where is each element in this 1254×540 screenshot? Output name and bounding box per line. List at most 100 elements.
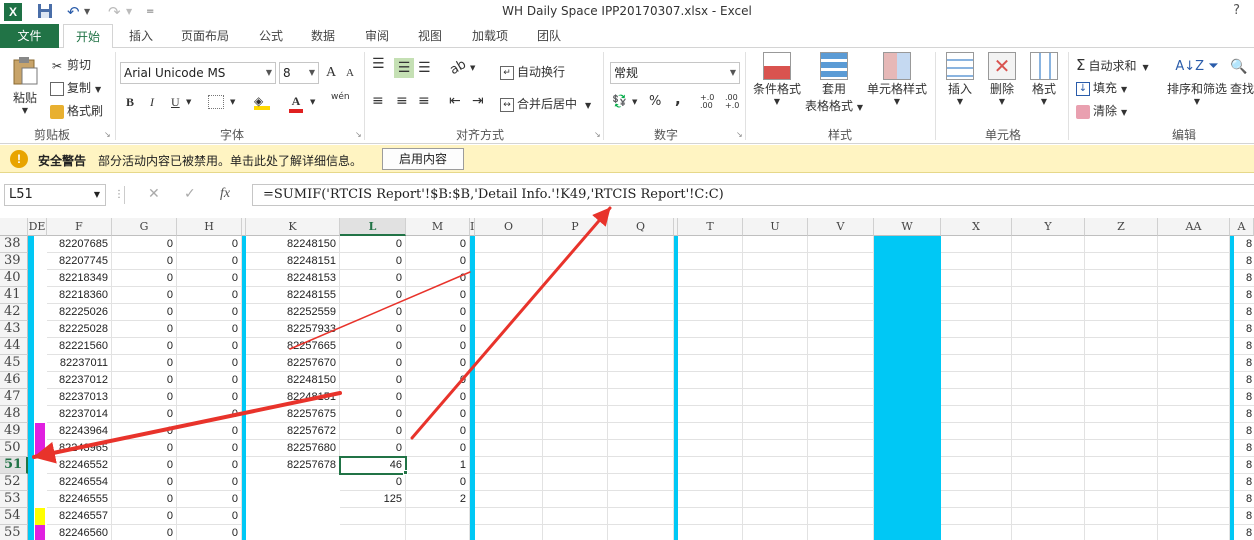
- empty-cell[interactable]: [1012, 423, 1085, 440]
- cell-F[interactable]: 82243964: [47, 423, 112, 440]
- empty-cell[interactable]: [941, 236, 1012, 253]
- cell-H[interactable]: 0: [177, 253, 242, 270]
- cell-K[interactable]: 82248150: [246, 236, 340, 253]
- empty-cell[interactable]: [1085, 338, 1158, 355]
- empty-cell[interactable]: [808, 525, 874, 540]
- column-header[interactable]: W: [874, 218, 941, 236]
- cell-M[interactable]: 0: [406, 321, 470, 338]
- cell-H[interactable]: 0: [177, 338, 242, 355]
- empty-cell[interactable]: [743, 406, 808, 423]
- insert-function-icon[interactable]: fx: [220, 186, 230, 202]
- empty-cell[interactable]: [543, 457, 608, 474]
- cell-H[interactable]: 0: [177, 423, 242, 440]
- active-cell-border[interactable]: [339, 456, 407, 475]
- cell-H[interactable]: 0: [177, 372, 242, 389]
- empty-cell[interactable]: [543, 236, 608, 253]
- empty-cell[interactable]: [743, 321, 808, 338]
- empty-cell[interactable]: [941, 474, 1012, 491]
- cell-AB[interactable]: 8: [1234, 321, 1254, 338]
- empty-cell[interactable]: [608, 236, 674, 253]
- empty-cell[interactable]: [1085, 474, 1158, 491]
- align-middle-icon[interactable]: ☰: [394, 58, 414, 78]
- cell-G[interactable]: 0: [112, 491, 177, 508]
- empty-cell[interactable]: [1158, 321, 1230, 338]
- cell-F[interactable]: 82218349: [47, 270, 112, 287]
- cell-H[interactable]: 0: [177, 355, 242, 372]
- cell-G[interactable]: 0: [112, 372, 177, 389]
- empty-cell[interactable]: [1158, 253, 1230, 270]
- cell-F[interactable]: 82246552: [47, 457, 112, 474]
- column-header[interactable]: M: [406, 218, 470, 236]
- cell-F[interactable]: 82237011: [47, 355, 112, 372]
- cell-M[interactable]: 0: [406, 287, 470, 304]
- cell-K[interactable]: 82257665: [246, 338, 340, 355]
- cell-AB[interactable]: 8: [1234, 270, 1254, 287]
- cell-H[interactable]: 0: [177, 457, 242, 474]
- empty-cell[interactable]: [1158, 389, 1230, 406]
- empty-cell[interactable]: [1158, 457, 1230, 474]
- empty-cell[interactable]: [1012, 372, 1085, 389]
- row-header[interactable]: 41: [0, 287, 28, 304]
- empty-cell[interactable]: [608, 491, 674, 508]
- empty-cell[interactable]: [475, 525, 543, 540]
- enable-content-button[interactable]: 启用内容: [382, 148, 464, 170]
- font-color-dropdown-icon[interactable]: ▼: [310, 98, 315, 106]
- column-header[interactable]: V: [808, 218, 874, 236]
- empty-cell[interactable]: [941, 406, 1012, 423]
- cell-AB[interactable]: 8: [1234, 423, 1254, 440]
- cell-K[interactable]: 82257933: [246, 321, 340, 338]
- cell-M[interactable]: 0: [406, 270, 470, 287]
- cell-M[interactable]: 0: [406, 355, 470, 372]
- cell-L[interactable]: 0: [340, 423, 406, 440]
- empty-cell[interactable]: [743, 372, 808, 389]
- empty-cell[interactable]: [475, 372, 543, 389]
- cell-L[interactable]: 0: [340, 236, 406, 253]
- cell-H[interactable]: 0: [177, 287, 242, 304]
- cell-K[interactable]: 82257670: [246, 355, 340, 372]
- cell-G[interactable]: 0: [112, 355, 177, 372]
- empty-cell[interactable]: [608, 440, 674, 457]
- cell-AB[interactable]: 8: [1234, 389, 1254, 406]
- empty-cell[interactable]: [808, 355, 874, 372]
- empty-cell[interactable]: [608, 457, 674, 474]
- empty-cell[interactable]: [678, 355, 743, 372]
- empty-cell[interactable]: [743, 440, 808, 457]
- cell-AB[interactable]: 8: [1234, 474, 1254, 491]
- cell-M[interactable]: [406, 508, 470, 525]
- empty-cell[interactable]: [941, 355, 1012, 372]
- cell-L[interactable]: 0: [340, 321, 406, 338]
- column-header[interactable]: A: [1230, 218, 1254, 236]
- cell-G[interactable]: 0: [112, 525, 177, 540]
- empty-cell[interactable]: [743, 457, 808, 474]
- empty-cell[interactable]: [808, 304, 874, 321]
- empty-cell[interactable]: [678, 525, 743, 540]
- cell-M[interactable]: 0: [406, 236, 470, 253]
- empty-cell[interactable]: [1158, 423, 1230, 440]
- cell-G[interactable]: 0: [112, 321, 177, 338]
- empty-cell[interactable]: [1158, 236, 1230, 253]
- color-marker-cell[interactable]: [35, 423, 45, 440]
- empty-cell[interactable]: [1158, 372, 1230, 389]
- empty-cell[interactable]: [941, 338, 1012, 355]
- empty-cell[interactable]: [1085, 406, 1158, 423]
- align-top-icon[interactable]: ☰: [372, 57, 385, 71]
- formula-input[interactable]: =SUMIF('RTCIS Report'!$B:$B,'Detail Info…: [252, 184, 1254, 206]
- cancel-icon[interactable]: ✕: [148, 186, 160, 202]
- empty-cell[interactable]: [808, 338, 874, 355]
- fill-handle[interactable]: [403, 470, 408, 475]
- empty-cell[interactable]: [608, 406, 674, 423]
- cell-F[interactable]: 82221560: [47, 338, 112, 355]
- empty-cell[interactable]: [808, 253, 874, 270]
- tab-team[interactable]: 团队: [526, 24, 572, 48]
- tab-data[interactable]: 数据: [300, 24, 346, 48]
- empty-cell[interactable]: [678, 338, 743, 355]
- empty-cell[interactable]: [543, 253, 608, 270]
- insert-cells-button[interactable]: 插入 ▼: [942, 52, 978, 106]
- empty-cell[interactable]: [608, 253, 674, 270]
- font-size-combo[interactable]: 8 ▼: [279, 62, 319, 84]
- empty-cell[interactable]: [678, 236, 743, 253]
- cell-AB[interactable]: 8: [1234, 491, 1254, 508]
- tab-review[interactable]: 审阅: [354, 24, 400, 48]
- cell-H[interactable]: 0: [177, 508, 242, 525]
- cell-L[interactable]: [340, 525, 406, 540]
